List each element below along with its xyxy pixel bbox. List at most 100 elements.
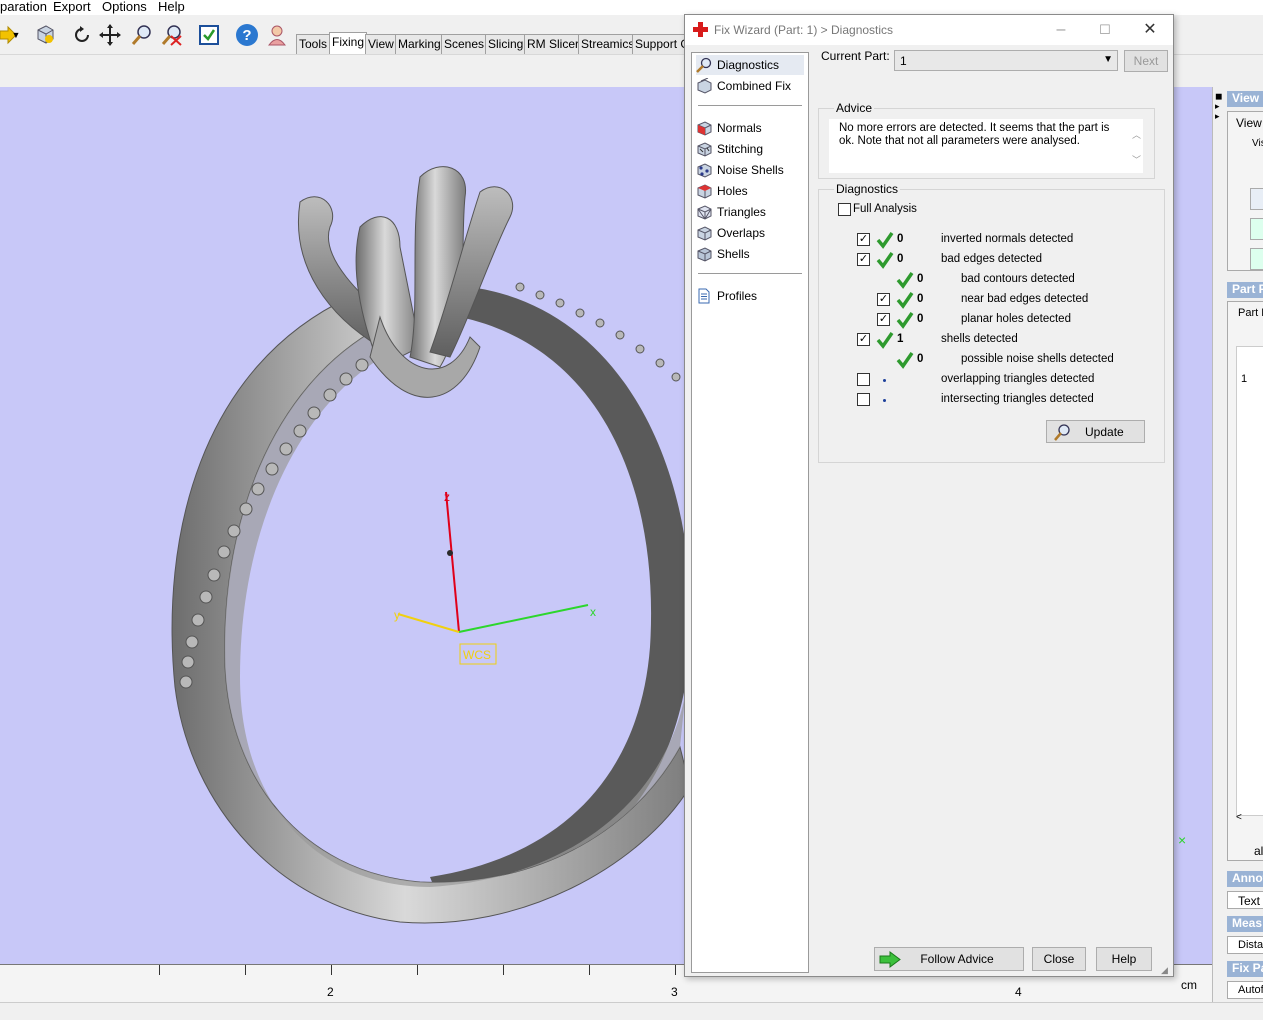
full-analysis-checkbox[interactable] — [838, 203, 851, 216]
green-check-icon — [896, 292, 914, 309]
follow-advice-button[interactable]: Follow Advice — [874, 947, 1024, 971]
row-overlapping-checkbox[interactable] — [857, 373, 870, 386]
fix-wizard-dialog: Fix Wizard (Part: 1) > Diagnostics – ☐ ✕… — [684, 14, 1174, 977]
scroll-left-icon[interactable]: < — [1236, 812, 1263, 826]
part-icon[interactable] — [31, 21, 59, 49]
advice-textbox: No more errors are detected. It seems th… — [829, 119, 1143, 173]
nav-item-combined-fix[interactable]: Combined Fix — [696, 76, 804, 96]
annotation-header[interactable]: Annot — [1227, 871, 1263, 887]
resize-grip-icon[interactable]: ◢ — [1161, 965, 1171, 975]
z-axis-label: z — [444, 490, 450, 504]
nav-item-holes[interactable]: Holes — [696, 181, 804, 201]
row-bad-edges-count: 0 — [897, 253, 904, 265]
checklist-icon[interactable] — [195, 21, 223, 49]
view-panel-header[interactable]: View — [1227, 91, 1263, 107]
close-button[interactable]: Close — [1032, 947, 1086, 971]
magnifier-icon — [696, 57, 712, 73]
advice-scrollbar[interactable]: ︿ ﹀ — [1132, 123, 1141, 173]
row-near-bad-edges-count: 0 — [917, 293, 924, 305]
row-bad-edges-checkbox[interactable]: ✓ — [857, 253, 870, 266]
part-list-panel: Part L 1 < all — [1227, 301, 1263, 861]
part-list-label: Part L — [1238, 307, 1263, 319]
row-overlapping-label: overlapping triangles detected — [941, 373, 1095, 385]
tab-view[interactable]: View — [365, 34, 397, 54]
row-planar-holes-checkbox[interactable]: ✓ — [877, 313, 890, 326]
help-icon[interactable]: ? — [233, 21, 261, 49]
green-check-icon — [896, 312, 914, 329]
full-analysis-label: Full Analysis — [853, 203, 917, 215]
all-parts-label[interactable]: all — [1254, 844, 1263, 858]
chevron-down-icon: ▼ — [1103, 54, 1113, 65]
help-button[interactable]: Help — [1096, 947, 1152, 971]
nav-item-overlaps[interactable]: Overlaps — [696, 223, 804, 243]
view-panel: View Visu — [1227, 111, 1263, 271]
view-button-1-icon[interactable] — [1250, 188, 1263, 210]
minimize-icon[interactable]: – — [1043, 18, 1079, 42]
nav-item-noise-shells[interactable]: Noise Shells — [696, 160, 804, 180]
green-check-icon — [896, 272, 914, 289]
text-annotation[interactable]: Text — [1227, 891, 1263, 909]
dialog-title-bar[interactable]: Fix Wizard (Part: 1) > Diagnostics – ☐ ✕ — [685, 15, 1173, 45]
row-shells-count: 1 — [897, 333, 904, 345]
tab-fixing[interactable]: Fixing — [329, 32, 368, 54]
tab-marking[interactable]: Marking — [395, 34, 444, 54]
row-planar-holes-count: 0 — [917, 313, 924, 325]
panel-pin-icon[interactable]: ◼ ▸ ▸ — [1215, 91, 1225, 123]
assistant-icon[interactable] — [263, 21, 291, 49]
ruler-unit: cm — [1181, 978, 1197, 992]
nav-item-profiles[interactable]: Profiles — [696, 286, 804, 306]
view-button-3-icon[interactable] — [1250, 248, 1263, 270]
combined-fix-icon — [697, 78, 712, 94]
part-row-number[interactable]: 1 — [1241, 373, 1247, 385]
tab-streamics[interactable]: Streamics — [578, 34, 638, 54]
current-part-label: Current Part: — [821, 49, 890, 63]
normals-cube-icon — [697, 121, 712, 136]
view-panel-tab[interactable]: View — [1236, 116, 1262, 130]
row-near-bad-edges-checkbox[interactable]: ✓ — [877, 293, 890, 306]
part-list[interactable]: 1 — [1236, 346, 1263, 816]
pending-dot-icon — [883, 399, 886, 402]
noise-shells-icon — [697, 163, 712, 178]
pan-icon[interactable] — [96, 21, 124, 49]
triangles-cube-icon — [697, 205, 712, 220]
menu-preparation[interactable]: paration — [0, 0, 47, 14]
x-axis — [458, 604, 589, 633]
update-button[interactable]: Update — [1046, 420, 1145, 443]
dialog-title: Fix Wizard (Part: 1) > Diagnostics — [714, 23, 894, 37]
dropdown-icon[interactable]: ▼ — [10, 21, 22, 49]
menu-export[interactable]: Export — [53, 0, 91, 14]
nav-item-shells[interactable]: Shells — [696, 244, 804, 264]
nav-item-stitching[interactable]: Stitching — [696, 139, 804, 159]
menu-help[interactable]: Help — [158, 0, 185, 14]
distance-measure[interactable]: Distar — [1227, 936, 1263, 954]
current-part-value: 1 — [900, 54, 907, 68]
nav-item-triangles[interactable]: Triangles — [696, 202, 804, 222]
diagnostics-title: Diagnostics — [834, 182, 901, 196]
current-part-select[interactable]: 1 ▼ — [894, 50, 1118, 71]
rotate-icon[interactable] — [68, 21, 96, 49]
close-icon[interactable]: ✕ — [1132, 18, 1168, 42]
next-button[interactable]: Next — [1124, 50, 1168, 72]
part-pages-header[interactable]: Part P — [1227, 282, 1263, 298]
wcs-label: WCS — [463, 648, 491, 662]
right-panel: ◼▸▸ View View Visu Part P Part L 1 < all… — [1212, 87, 1263, 1002]
row-inverted-normals-checkbox[interactable]: ✓ — [857, 233, 870, 246]
zoom-fit-icon[interactable] — [158, 21, 186, 49]
tab-slicing[interactable]: Slicing — [485, 34, 527, 54]
view-button-2-icon[interactable] — [1250, 218, 1263, 240]
fix-pages-header[interactable]: Fix Pa — [1227, 961, 1263, 977]
zoom-icon[interactable] — [128, 21, 156, 49]
nav-item-diagnostics[interactable]: Diagnostics — [696, 55, 804, 75]
tab-tools[interactable]: Tools — [296, 34, 331, 54]
z-axis — [445, 491, 460, 633]
green-check-icon — [876, 332, 894, 349]
row-intersecting-checkbox[interactable] — [857, 393, 870, 406]
row-shells-checkbox[interactable]: ✓ — [857, 333, 870, 346]
nav-item-normals[interactable]: Normals — [696, 118, 804, 138]
measure-header[interactable]: Meas — [1227, 916, 1263, 932]
menu-options[interactable]: Options — [102, 0, 147, 14]
autofix-item[interactable]: Autof — [1227, 981, 1263, 999]
tab-rm-slicer[interactable]: RM Slicer — [524, 34, 583, 54]
maximize-icon[interactable]: ☐ — [1087, 18, 1123, 42]
tab-scenes[interactable]: Scenes — [441, 34, 488, 54]
